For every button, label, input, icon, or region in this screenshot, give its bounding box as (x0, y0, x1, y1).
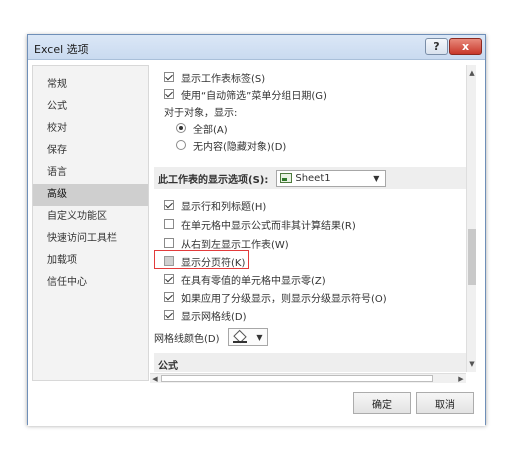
sidebar-item-proofing[interactable]: 校对 (33, 118, 148, 140)
option-label: 从右到左显示工作表(W) (181, 239, 289, 251)
option-right-to-left[interactable]: 从右到左显示工作表(W) (164, 235, 289, 251)
vertical-scrollbar[interactable]: ▲ ▼ (466, 65, 476, 372)
option-show-outline[interactable]: 如果应用了分级显示，则显示分级显示符号(O) (164, 289, 387, 305)
sheet-select-value: Sheet1 (295, 172, 331, 184)
scroll-up-icon[interactable]: ▲ (467, 68, 477, 78)
sidebar-item-language[interactable]: 语言 (33, 162, 148, 184)
option-label: 显示工作表标签(S) (181, 73, 266, 85)
checkbox[interactable] (164, 72, 174, 82)
option-show-formulas[interactable]: 在单元格中显示公式而非其计算结果(R) (164, 216, 356, 232)
scroll-left-icon[interactable]: ◀ (150, 374, 160, 384)
horizontal-scrollbar[interactable]: ◀ ▶ (150, 373, 466, 383)
radio-button[interactable] (176, 140, 186, 150)
checkbox[interactable] (164, 219, 174, 229)
objects-label: 对于对象，显示: (164, 107, 238, 119)
scroll-right-icon[interactable]: ▶ (456, 374, 466, 384)
sidebar-item-save[interactable]: 保存 (33, 140, 148, 162)
scroll-thumb[interactable] (161, 375, 433, 382)
help-button[interactable]: ? (425, 38, 448, 55)
gridline-color-button[interactable]: ▼ (227, 328, 268, 346)
checkbox[interactable] (164, 292, 174, 302)
sidebar-item-advanced[interactable]: 高级 (33, 184, 148, 206)
radio-button[interactable] (176, 123, 186, 133)
option-show-zero[interactable]: 在具有零值的单元格中显示零(Z) (164, 271, 326, 287)
sheet-icon (280, 173, 293, 183)
cancel-button[interactable]: 取消 (416, 392, 474, 414)
checkbox[interactable] (164, 310, 174, 320)
sheet-select[interactable]: Sheet1 ▼ (276, 169, 387, 187)
ok-button[interactable]: 确定 (353, 392, 411, 414)
sidebar: 常规 公式 校对 保存 语言 高级 自定义功能区 快速访问工具栏 加载项 信任中… (32, 65, 149, 381)
option-show-headers[interactable]: 显示行和列标题(H) (164, 197, 266, 213)
radio-show-nothing[interactable]: 无内容(隐藏对象)(D) (176, 137, 286, 153)
excel-options-dialog: Excel 选项 ? x 常规 公式 校对 保存 语言 高级 自定义功能区 快速… (27, 34, 486, 426)
scroll-down-icon[interactable]: ▼ (467, 359, 477, 369)
gridline-color-row: 网格线颜色(D) ▼ (154, 327, 268, 347)
option-show-gridlines[interactable]: 显示网格线(D) (164, 307, 247, 323)
paint-bucket-icon (232, 331, 247, 343)
highlight-box (154, 250, 249, 269)
sidebar-item-add-ins[interactable]: 加载项 (33, 250, 148, 272)
section-label: 公式 (158, 360, 178, 372)
option-label: 显示网格线(D) (181, 311, 247, 323)
sidebar-item-trust-center[interactable]: 信任中心 (33, 272, 148, 294)
chevron-down-icon: ▼ (256, 332, 263, 342)
checkbox[interactable] (164, 200, 174, 210)
sidebar-item-quick-access-toolbar[interactable]: 快速访问工具栏 (33, 228, 148, 250)
gridline-color-label: 网格线颜色(D) (154, 333, 220, 345)
close-button[interactable]: x (449, 38, 482, 55)
option-show-sheet-tabs[interactable]: 显示工作表标签(S) (164, 69, 265, 85)
sidebar-item-formulas[interactable]: 公式 (33, 96, 148, 118)
radio-show-all[interactable]: 全部(A) (176, 120, 228, 136)
chevron-down-icon: ▼ (373, 173, 380, 183)
dialog-title: Excel 选项 (34, 43, 89, 56)
checkbox[interactable] (164, 238, 174, 248)
scroll-thumb[interactable] (468, 229, 476, 285)
option-label: 显示行和列标题(H) (181, 201, 267, 213)
options-content: 显示工作表标签(S) 使用“自动筛选”菜单分组日期(G) 对于对象，显示: 全部… (150, 65, 476, 372)
option-label: 使用“自动筛选”菜单分组日期(G) (181, 90, 327, 102)
dialog-titlebar: Excel 选项 ? x (28, 35, 485, 60)
formulas-section-header: 公式 (154, 353, 466, 372)
option-group-dates[interactable]: 使用“自动筛选”菜单分组日期(G) (164, 86, 327, 102)
checkbox[interactable] (164, 274, 174, 284)
dialog-body: 常规 公式 校对 保存 语言 高级 自定义功能区 快速访问工具栏 加载项 信任中… (28, 61, 485, 426)
option-label: 在单元格中显示公式而非其计算结果(R) (181, 220, 356, 232)
option-label: 在具有零值的单元格中显示零(Z) (181, 275, 326, 287)
option-label: 如果应用了分级显示，则显示分级显示符号(O) (181, 293, 387, 305)
sidebar-item-customize-ribbon[interactable]: 自定义功能区 (33, 206, 148, 228)
section-label: 此工作表的显示选项(S): (158, 174, 269, 186)
worksheet-options-header: 此工作表的显示选项(S): Sheet1 ▼ (154, 167, 466, 189)
checkbox[interactable] (164, 89, 174, 99)
option-label: 无内容(隐藏对象)(D) (193, 141, 287, 153)
option-label: 全部(A) (193, 124, 228, 136)
sidebar-item-general[interactable]: 常规 (33, 74, 148, 96)
